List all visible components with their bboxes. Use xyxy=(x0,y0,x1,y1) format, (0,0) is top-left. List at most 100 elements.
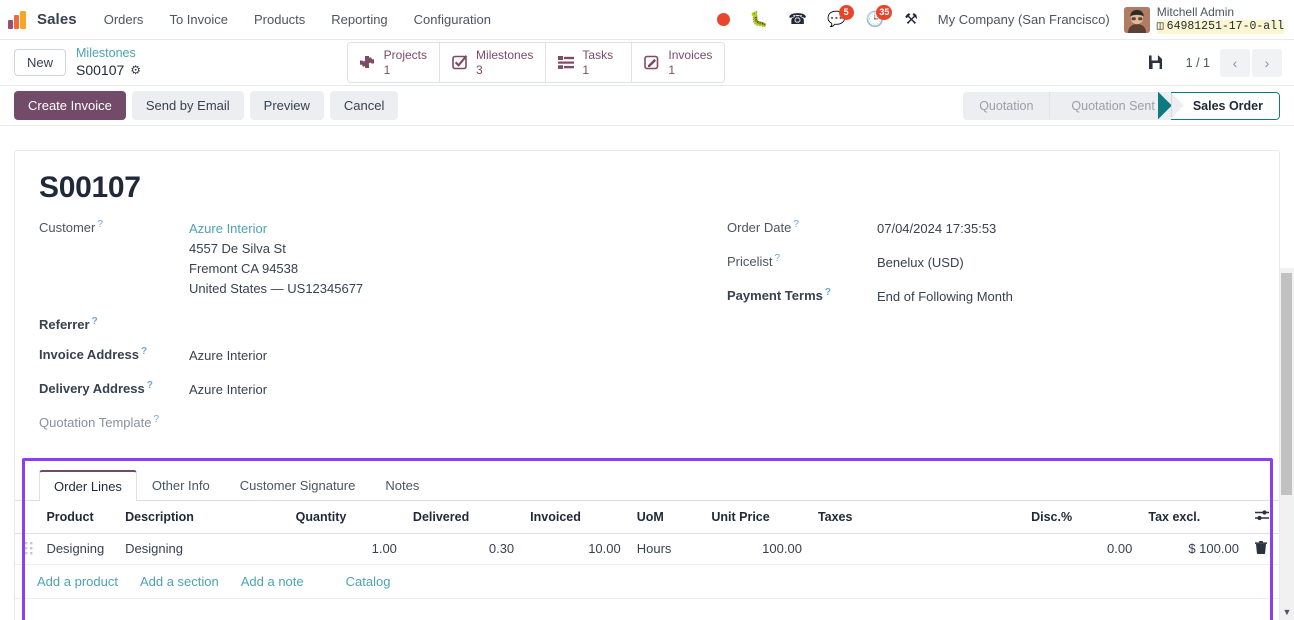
sliders-icon[interactable] xyxy=(1254,509,1269,525)
invoice-address-value[interactable]: Azure Interior xyxy=(189,346,267,366)
help-icon[interactable]: ? xyxy=(775,254,781,264)
add-a-product-link[interactable]: Add a product xyxy=(37,574,118,589)
stage-sales-order[interactable]: Sales Order xyxy=(1170,91,1280,120)
create-invoice-button[interactable]: Create Invoice xyxy=(14,91,126,120)
recording-indicator[interactable] xyxy=(707,0,740,40)
th-description[interactable]: Description xyxy=(117,500,288,534)
cell-delete[interactable] xyxy=(1246,533,1279,565)
app-brand[interactable]: Sales xyxy=(8,10,77,29)
attachment-icon[interactable] xyxy=(1137,48,1174,77)
cell-discount[interactable]: 0.00 xyxy=(1023,533,1141,565)
stage-quotation-sent[interactable]: Quotation Sent xyxy=(1049,91,1171,120)
cell-delivered[interactable]: 0.30 xyxy=(404,533,523,565)
status-bar: Quotation Quotation Sent Sales Order xyxy=(963,91,1280,120)
trash-icon[interactable] xyxy=(1254,540,1267,557)
menu-products[interactable]: Products xyxy=(241,3,318,36)
label-text: Quotation Template xyxy=(39,414,152,430)
breadcrumb-parent[interactable]: Milestones xyxy=(76,46,141,62)
scrollbar-down-arrow[interactable]: ▼ xyxy=(1280,604,1294,620)
user-info: Mitchell Admin ◫ 64981251-17-0-all xyxy=(1156,5,1284,34)
systray: 🐛 ☎ 💬 5 🕒 35 ⚒ My Company (San Francisco… xyxy=(707,0,1284,40)
tab-order-lines[interactable]: Order Lines xyxy=(39,469,137,501)
order-date-value[interactable]: 07/04/2024 17:35:53 xyxy=(877,219,996,239)
row-drag-handle[interactable] xyxy=(15,533,39,565)
new-button[interactable]: New xyxy=(14,49,67,76)
th-quantity[interactable]: Quantity xyxy=(287,500,405,534)
cell-description[interactable]: Designing xyxy=(117,533,288,565)
cell-quantity[interactable]: 1.00 xyxy=(287,533,405,565)
cell-invoiced[interactable]: 10.00 xyxy=(522,533,629,565)
control-panel-right: 1 / 1 ‹ › xyxy=(1137,48,1282,77)
add-a-section-link[interactable]: Add a section xyxy=(140,574,219,589)
preview-button[interactable]: Preview xyxy=(249,91,324,120)
th-optional-columns[interactable] xyxy=(1246,500,1279,534)
menu-reporting[interactable]: Reporting xyxy=(318,3,400,36)
th-discount[interactable]: Disc.% xyxy=(1023,500,1141,534)
tools-menu[interactable]: ⚒ xyxy=(894,0,927,40)
pager-next-button[interactable]: › xyxy=(1251,48,1282,77)
tab-customer-signature[interactable]: Customer Signature xyxy=(225,470,371,501)
cell-product[interactable]: Designing xyxy=(38,533,118,565)
scrollbar-thumb[interactable] xyxy=(1281,273,1292,495)
tab-other-info[interactable]: Other Info xyxy=(137,470,225,501)
help-icon[interactable]: ? xyxy=(97,220,103,230)
send-by-email-button[interactable]: Send by Email xyxy=(131,91,244,120)
label-text: Invoice Address xyxy=(39,346,139,362)
label-text: Order Date xyxy=(727,220,792,235)
debug-menu[interactable]: 🐛 xyxy=(740,0,779,40)
table-header-row: Product Description Quantity Delivered I… xyxy=(15,500,1279,534)
vertical-scrollbar[interactable] xyxy=(1280,268,1294,604)
label-text: Payment Terms xyxy=(727,288,823,303)
label-text: Pricelist xyxy=(727,254,773,269)
delivery-address-value[interactable]: Azure Interior xyxy=(189,380,267,400)
messaging-menu[interactable]: 💬 5 xyxy=(817,0,856,40)
menu-orders[interactable]: Orders xyxy=(91,3,157,36)
cell-taxes[interactable] xyxy=(809,533,1024,565)
activity-menu[interactable]: 🕒 35 xyxy=(856,0,895,40)
table-head: Product Description Quantity Delivered I… xyxy=(15,500,1279,534)
smart-button-projects[interactable]: Projects 1 xyxy=(348,43,441,82)
catalog-link[interactable]: Catalog xyxy=(346,574,391,589)
th-tax-excl[interactable]: Tax excl. xyxy=(1140,500,1247,534)
help-icon[interactable]: ? xyxy=(147,380,153,391)
field-label: Order Date ? xyxy=(727,219,877,236)
smart-button-invoices[interactable]: Invoices 1 xyxy=(632,43,724,82)
customer-street: 4557 De Silva St xyxy=(189,241,286,257)
table-row[interactable]: Designing Designing 1.00 0.30 10.00 Hour… xyxy=(15,533,1279,565)
smart-button-tasks[interactable]: Tasks 1 xyxy=(546,43,633,82)
cell-uom[interactable]: Hours xyxy=(628,533,704,565)
help-icon[interactable]: ? xyxy=(141,346,147,357)
stage-quotation[interactable]: Quotation xyxy=(963,91,1050,120)
help-icon[interactable]: ? xyxy=(92,316,98,327)
app-name: Sales xyxy=(37,11,77,28)
smart-button-milestones[interactable]: Milestones 3 xyxy=(440,43,547,82)
th-unit-price[interactable]: Unit Price xyxy=(703,500,810,534)
menu-configuration[interactable]: Configuration xyxy=(401,3,504,36)
cell-tax-excl: $ 100.00 xyxy=(1140,533,1247,565)
cell-unit-price[interactable]: 100.00 xyxy=(703,533,810,565)
th-product[interactable]: Product xyxy=(38,500,118,534)
cancel-button[interactable]: Cancel xyxy=(329,91,399,120)
th-uom[interactable]: UoM xyxy=(628,500,704,534)
payment-terms-value[interactable]: End of Following Month xyxy=(877,287,1013,307)
table-body: Designing Designing 1.00 0.30 10.00 Hour… xyxy=(15,533,1279,565)
menu-to-invoice[interactable]: To Invoice xyxy=(156,3,241,36)
th-delivered[interactable]: Delivered xyxy=(404,500,523,534)
user-menu[interactable]: Mitchell Admin ◫ 64981251-17-0-all xyxy=(1120,5,1284,34)
pricelist-value[interactable]: Benelux (USD) xyxy=(877,253,964,273)
help-icon[interactable]: ? xyxy=(154,414,160,425)
help-icon[interactable]: ? xyxy=(825,288,831,298)
gear-icon[interactable]: ⚙ xyxy=(130,63,141,78)
tab-notes[interactable]: Notes xyxy=(370,470,434,501)
help-icon[interactable]: ? xyxy=(793,220,799,230)
add-a-note-link[interactable]: Add a note xyxy=(241,574,304,589)
company-switcher[interactable]: My Company (San Francisco) xyxy=(928,12,1120,27)
th-taxes[interactable]: Taxes xyxy=(809,500,1024,534)
wrench-icon: ⚒ xyxy=(904,11,918,28)
th-invoiced[interactable]: Invoiced xyxy=(522,500,629,534)
customer-link[interactable]: Azure Interior xyxy=(189,219,363,239)
control-panel: New Milestones S00107 ⚙ Projects 1 Miles… xyxy=(0,40,1294,86)
voip-widget[interactable]: ☎ xyxy=(778,0,817,40)
pager-previous-button[interactable]: ‹ xyxy=(1219,48,1250,77)
notebook-tabs: Order Lines Other Info Customer Signatur… xyxy=(15,457,1279,501)
